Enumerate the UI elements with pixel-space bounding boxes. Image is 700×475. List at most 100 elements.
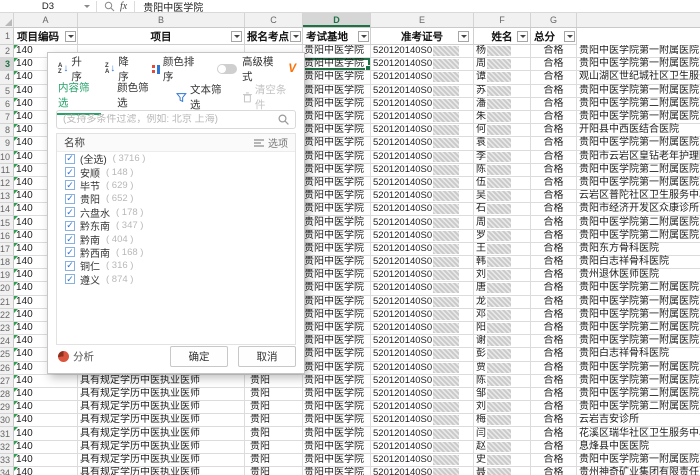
cell-total-score[interactable]: 合格 bbox=[531, 243, 577, 256]
row-number[interactable]: 6 bbox=[0, 98, 14, 111]
cell-total-score[interactable]: 合格 bbox=[531, 85, 577, 98]
cell-total-score[interactable]: 合格 bbox=[531, 401, 577, 414]
row-number[interactable]: 9 bbox=[0, 137, 14, 150]
filter-dropdown-button[interactable] bbox=[290, 31, 301, 42]
cell-project-code[interactable]: 140 bbox=[14, 401, 78, 414]
cell-project-code[interactable]: 140 bbox=[14, 441, 78, 454]
cell-hospital[interactable]: 贵州神奇矿业集团有限责任 bbox=[577, 467, 700, 475]
name-box[interactable]: D3 bbox=[0, 0, 96, 13]
cell-name[interactable]: 伍 bbox=[474, 177, 531, 190]
cell-project-code[interactable]: 140 bbox=[14, 467, 78, 475]
cell-registration-site[interactable]: 贵阳 bbox=[245, 414, 303, 427]
cell-admission-number[interactable]: 520120140S0 bbox=[371, 177, 474, 190]
row-number[interactable]: 7 bbox=[0, 111, 14, 124]
column-header-c[interactable]: C bbox=[245, 13, 303, 27]
cell-hospital[interactable]: 贵阳中医学院第二附属医院 bbox=[577, 230, 700, 243]
row-number[interactable]: 14 bbox=[0, 203, 14, 216]
cell-name[interactable]: 罗 bbox=[474, 230, 531, 243]
row-number[interactable]: 26 bbox=[0, 362, 14, 375]
cell-admission-number[interactable]: 520120140S0 bbox=[371, 375, 474, 388]
cell-registration-site[interactable]: 贵阳 bbox=[245, 375, 303, 388]
cell-hospital[interactable]: 贵阳中医学院第一附属医院 bbox=[577, 111, 700, 124]
row-number[interactable]: 29 bbox=[0, 401, 14, 414]
checkbox-checked[interactable]: ✓ bbox=[65, 247, 75, 257]
text-filter-button[interactable]: 文本筛选 bbox=[176, 82, 231, 112]
cell-admission-number[interactable]: 520120140S0 bbox=[371, 401, 474, 414]
analyze-button[interactable]: 分析 bbox=[58, 349, 94, 364]
cell-name[interactable]: 闫 bbox=[474, 427, 531, 440]
cell-exam-base[interactable]: 贵阳中医学院 bbox=[303, 243, 371, 256]
filter-list-item[interactable]: ✓黔南( 404 ) bbox=[57, 232, 295, 245]
cell-total-score[interactable]: 合格 bbox=[531, 230, 577, 243]
row-number[interactable]: 2 bbox=[0, 45, 14, 58]
cell-total-score[interactable]: 合格 bbox=[531, 282, 577, 295]
cell-name[interactable]: 陈 bbox=[474, 375, 531, 388]
cell-exam-base[interactable]: 贵阳中医学院 bbox=[303, 414, 371, 427]
cell-admission-number[interactable]: 520120140S0 bbox=[371, 124, 474, 137]
cell-total-score[interactable]: 合格 bbox=[531, 441, 577, 454]
formula-bar-value[interactable]: 贵阳中医学院 bbox=[135, 0, 203, 14]
cell-name[interactable]: 梅 bbox=[474, 414, 531, 427]
cell-total-score[interactable]: 合格 bbox=[531, 375, 577, 388]
cell-total-score[interactable]: 合格 bbox=[531, 309, 577, 322]
cell-name[interactable]: 邹 bbox=[474, 388, 531, 401]
filter-search-box[interactable] bbox=[56, 110, 296, 129]
row-number[interactable]: 3 bbox=[0, 58, 14, 71]
cell-total-score[interactable]: 合格 bbox=[531, 388, 577, 401]
cell-project-code[interactable]: 140 bbox=[14, 427, 78, 440]
cell-name[interactable]: 史 bbox=[474, 454, 531, 467]
cell-hospital[interactable]: 贵阳中医学院第一附属医院 bbox=[577, 362, 700, 375]
row-number[interactable]: 19 bbox=[0, 269, 14, 282]
cell-exam-base[interactable]: 贵阳中医学院 bbox=[303, 441, 371, 454]
cell-hospital[interactable]: 贵阳中医学院第一附属医院 bbox=[577, 45, 700, 58]
cell-hospital[interactable]: 息烽县中医医院 bbox=[577, 441, 700, 454]
column-header-a[interactable]: A bbox=[14, 13, 78, 27]
row-number[interactable]: 22 bbox=[0, 309, 14, 322]
cell-total-score[interactable]: 合格 bbox=[531, 427, 577, 440]
select-all-corner[interactable] bbox=[0, 13, 14, 27]
cell-total-score[interactable]: 合格 bbox=[531, 322, 577, 335]
cell-exam-base[interactable]: 贵阳中医学院 bbox=[303, 296, 371, 309]
cell-exam-base[interactable]: 贵阳中医学院 bbox=[303, 282, 371, 295]
cell-hospital[interactable]: 贵阳中医学院第一附属医院 bbox=[577, 375, 700, 388]
cell-admission-number[interactable]: 520120140S0 bbox=[371, 85, 474, 98]
cell-name[interactable]: 石 bbox=[474, 203, 531, 216]
cell-admission-number[interactable]: 520120140S0 bbox=[371, 441, 474, 454]
cell-exam-base[interactable]: 贵阳中医学院 bbox=[303, 45, 371, 58]
row-number[interactable]: 32 bbox=[0, 441, 14, 454]
cell-exam-base[interactable]: 贵阳中医学院 bbox=[303, 124, 371, 137]
row-number[interactable]: 21 bbox=[0, 296, 14, 309]
cell-registration-site[interactable]: 贵阳 bbox=[245, 454, 303, 467]
cell-hospital[interactable]: 贵阳中医学院第一附属医院 bbox=[577, 335, 700, 348]
column-header-b[interactable]: B bbox=[78, 13, 245, 27]
checkbox-checked[interactable]: ✓ bbox=[65, 207, 75, 217]
cell-name[interactable]: 谭 bbox=[474, 71, 531, 84]
cell-exam-base[interactable]: 贵阳中医学院 bbox=[303, 98, 371, 111]
cell-total-score[interactable]: 合格 bbox=[531, 467, 577, 475]
header-cell-project[interactable]: 项目 bbox=[78, 28, 245, 45]
row-number[interactable]: 30 bbox=[0, 414, 14, 427]
cell-hospital[interactable]: 贵阳白志祥骨科医院 bbox=[577, 256, 700, 269]
cell-admission-number[interactable]: 520120140S0 bbox=[371, 256, 474, 269]
header-cell-exam-base[interactable]: 考试基地 bbox=[303, 28, 371, 45]
cell-hospital[interactable]: 贵阳中医学院第一附属医院 bbox=[577, 137, 700, 150]
cell-admission-number[interactable]: 520120140S0 bbox=[371, 427, 474, 440]
cell-hospital[interactable]: 贵阳中医学院第二附属医院 bbox=[577, 216, 700, 229]
cell-project[interactable]: 具有规定学历中医执业医师 bbox=[78, 388, 245, 401]
cell-admission-number[interactable]: 520120140S0 bbox=[371, 335, 474, 348]
checkbox-checked[interactable]: ✓ bbox=[65, 180, 75, 190]
filter-list-item[interactable]: ✓六盘水( 178 ) bbox=[57, 206, 295, 219]
row-number[interactable]: 13 bbox=[0, 190, 14, 203]
cell-admission-number[interactable]: 520120140S0 bbox=[371, 362, 474, 375]
cell-hospital[interactable]: 花溪区瑞华社区卫生服务中心 bbox=[577, 427, 700, 440]
cell-total-score[interactable]: 合格 bbox=[531, 362, 577, 375]
row-number[interactable]: 18 bbox=[0, 256, 14, 269]
cell-exam-base[interactable]: 贵阳中医学院 bbox=[303, 335, 371, 348]
advanced-mode-toggle[interactable] bbox=[217, 64, 237, 74]
cell-admission-number[interactable]: 520120140S0 bbox=[371, 203, 474, 216]
cell-name[interactable]: 陈 bbox=[474, 164, 531, 177]
row-number-1[interactable]: 1 bbox=[0, 28, 14, 45]
cell-total-score[interactable]: 合格 bbox=[531, 216, 577, 229]
cell-hospital[interactable]: 贵阳中医学院第一附属医院 bbox=[577, 296, 700, 309]
cell-name[interactable]: 杨 bbox=[474, 45, 531, 58]
